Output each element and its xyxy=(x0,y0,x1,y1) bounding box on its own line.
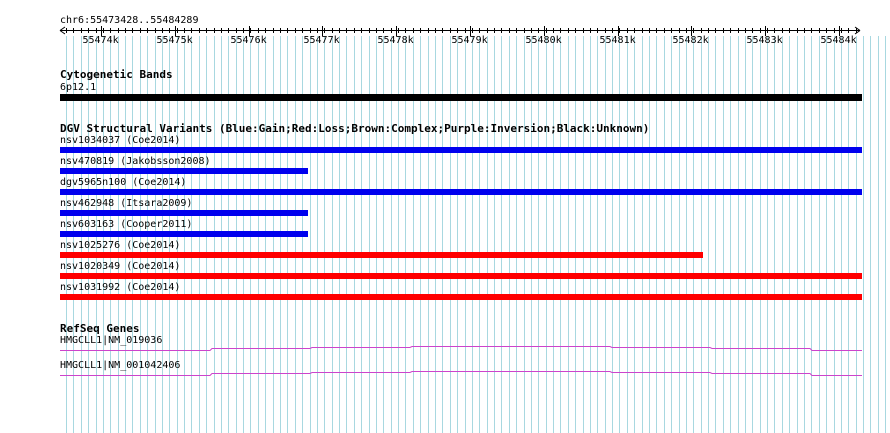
cytoband-bar[interactable] xyxy=(60,94,862,101)
cytoband-label[interactable]: 6p12.1 xyxy=(60,82,96,94)
ruler-tick-label: 55477k xyxy=(303,35,340,46)
cytoband-track-title: Cytogenetic Bands xyxy=(60,68,173,81)
dgv-variant-label[interactable]: nsv1034037 (Coe2014) xyxy=(60,135,180,147)
dgv-variant-label[interactable]: nsv1031992 (Coe2014) xyxy=(60,282,180,294)
ruler-tick-label: 55483k xyxy=(746,35,783,46)
dgv-variant-bar[interactable] xyxy=(60,189,862,195)
dgv-variant-bar[interactable] xyxy=(60,147,862,153)
dgv-track-title: DGV Structural Variants (Blue:Gain;Red:L… xyxy=(60,122,650,135)
dgv-variant-label[interactable]: dgv5965n100 (Coe2014) xyxy=(60,177,186,189)
dgv-variant-bar[interactable] xyxy=(60,210,308,216)
ruler-tick-label: 55476k xyxy=(230,35,267,46)
dgv-variant-bar[interactable] xyxy=(60,168,308,174)
ruler-tick-label: 55474k xyxy=(82,35,119,46)
refseq-gene-model[interactable] xyxy=(0,343,890,355)
gene-line xyxy=(60,346,862,351)
ruler-tick-label: 55478k xyxy=(377,35,414,46)
ruler-tick-label: 55482k xyxy=(672,35,709,46)
refseq-track-title: RefSeq Genes xyxy=(60,322,140,335)
gene-line xyxy=(60,371,862,376)
ruler-tick-label: 55475k xyxy=(156,35,193,46)
dgv-variant-label[interactable]: nsv470819 (Jakobsson2008) xyxy=(60,156,211,168)
coordinate-ruler[interactable]: chr6:55473428..55484289 55474k 55475k 5547… xyxy=(0,0,890,50)
dgv-variant-bar[interactable] xyxy=(60,252,703,258)
ruler-tick-label: 55484k xyxy=(820,35,857,46)
ruler-tick-label: 55480k xyxy=(525,35,562,46)
dgv-variant-bar[interactable] xyxy=(60,231,308,237)
dgv-variant-bar[interactable] xyxy=(60,294,862,300)
dgv-variant-label[interactable]: nsv1025276 (Coe2014) xyxy=(60,240,180,252)
ruler-tick-label: 55481k xyxy=(599,35,636,46)
refseq-gene-model[interactable] xyxy=(0,368,890,380)
dgv-variant-label[interactable]: nsv603163 (Cooper2011) xyxy=(60,219,192,231)
genome-browser-track-panel: chr6:55473428..55484289 55474k 55475k 5547… xyxy=(0,0,890,433)
dgv-variant-bar[interactable] xyxy=(60,273,862,279)
dgv-variant-label[interactable]: nsv1020349 (Coe2014) xyxy=(60,261,180,273)
dgv-variant-label[interactable]: nsv462948 (Itsara2009) xyxy=(60,198,192,210)
ruler-tick-label: 55479k xyxy=(451,35,488,46)
